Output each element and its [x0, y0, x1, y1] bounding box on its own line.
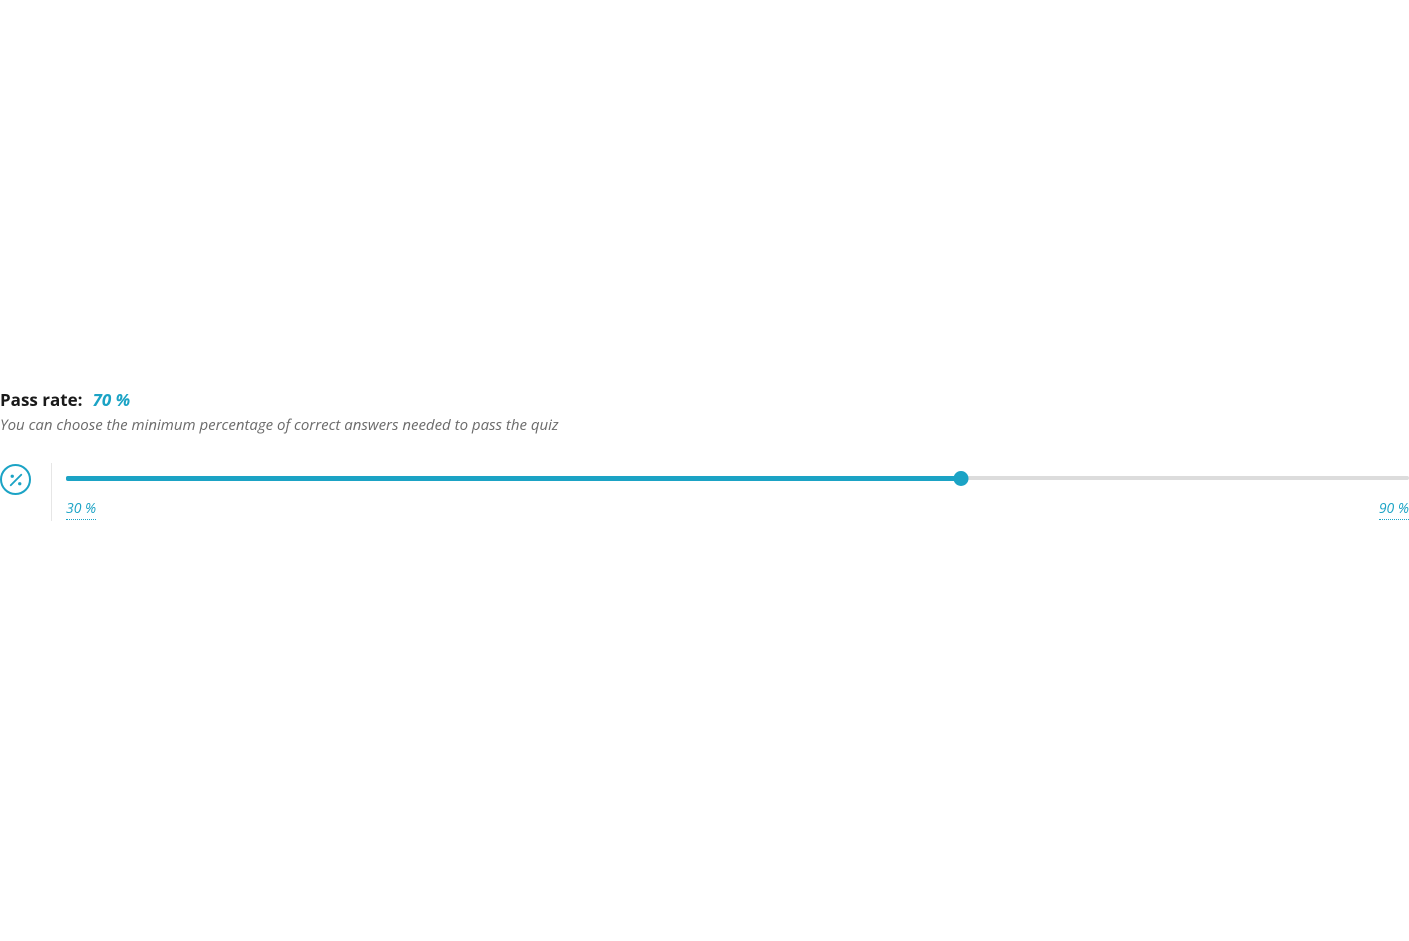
slider-track-fill — [66, 476, 961, 481]
slider-min-label[interactable]: 30 % — [66, 499, 96, 520]
pass-rate-label: Pass rate: — [0, 388, 83, 411]
percent-icon — [0, 464, 31, 495]
pass-rate-description: You can choose the minimum percentage of… — [0, 415, 1409, 435]
slider-max-label[interactable]: 90 % — [1379, 499, 1409, 520]
pass-rate-slider[interactable] — [66, 463, 1409, 493]
slider-thumb[interactable] — [954, 471, 969, 486]
slider-labels: 30 % 90 % — [66, 499, 1409, 520]
percent-icon-col — [0, 463, 52, 521]
pass-rate-header: Pass rate: 70 % — [0, 388, 1409, 411]
pass-rate-slider-row: 30 % 90 % — [0, 463, 1409, 521]
pass-rate-value: 70 % — [93, 388, 131, 411]
